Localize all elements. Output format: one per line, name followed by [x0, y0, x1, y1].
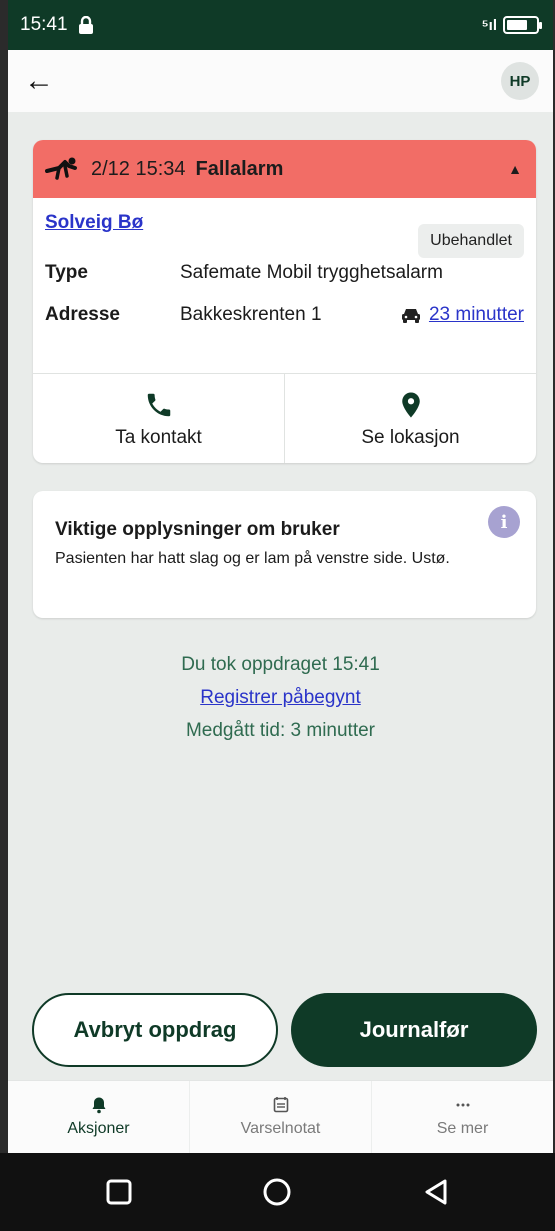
signal-icon: ⁵ıl: [481, 16, 497, 34]
elapsed-time: Medgått tid: 3 minutter: [185, 720, 376, 741]
fall-icon: [45, 157, 77, 180]
alarm-actions: Ta kontakt Se lokasjon: [33, 373, 536, 463]
more-icon: [456, 1103, 469, 1107]
tab-alert-note-label: Varselnotat: [240, 1120, 321, 1137]
recents-icon[interactable]: [103, 1176, 135, 1208]
type-value: Safemate Mobil trygghetsalarm: [180, 262, 443, 283]
info-title: Viktige opplysninger om bruker: [55, 519, 340, 540]
tab-see-more[interactable]: Se mer: [371, 1081, 553, 1153]
location-pin-icon: [401, 392, 420, 417]
note-icon: [273, 1097, 288, 1113]
assignment-status: Du tok oppdraget 15:41 Registrer påbegyn…: [8, 648, 553, 747]
tab-actions-label: Aksjoner: [67, 1120, 130, 1137]
address-label: Adresse: [45, 304, 120, 325]
address-row: Adresse Bakkeskrenten 1 23 minutter: [45, 294, 524, 336]
travel-time-link[interactable]: 23 minutter: [429, 304, 524, 326]
person-name-link[interactable]: Solveig Bø: [45, 212, 143, 233]
alarm-title: Fallalarm: [195, 157, 284, 180]
car-icon: [401, 309, 420, 323]
status-badge: Ubehandlet: [418, 224, 524, 258]
tab-alert-note[interactable]: Varselnotat: [189, 1081, 371, 1153]
taken-text: Du tok oppdraget 15:41: [181, 654, 380, 675]
type-label: Type: [45, 262, 88, 283]
user-info-card: Viktige opplysninger om bruker Pasienten…: [33, 491, 536, 618]
avatar[interactable]: HP: [501, 62, 539, 100]
journal-button[interactable]: Journalfør: [291, 993, 537, 1067]
contact-label: Ta kontakt: [115, 426, 202, 448]
travel-time: 23 minutter: [401, 304, 524, 326]
android-nav-bar: [0, 1153, 555, 1231]
back-arrow-icon[interactable]: ←: [24, 66, 54, 96]
alarm-card: 2/12 15:34 Fallalarm ▲ Solveig Bø Type S…: [33, 140, 536, 463]
location-button[interactable]: Se lokasjon: [284, 374, 536, 463]
status-bar: 15:41 ⁵ıl: [8, 0, 553, 50]
collapse-caret-icon[interactable]: ▲: [508, 161, 522, 177]
contact-button[interactable]: Ta kontakt: [33, 374, 284, 463]
lock-icon: [78, 16, 93, 34]
info-icon[interactable]: i: [488, 506, 520, 538]
cancel-assignment-button[interactable]: Avbryt oppdrag: [32, 993, 278, 1067]
info-text: Pasienten har hatt slag og er lam på ven…: [55, 550, 450, 567]
battery-icon: [503, 16, 542, 34]
app-header: ← HP: [8, 50, 553, 112]
home-icon[interactable]: [261, 1176, 293, 1208]
bottom-tab-bar: Aksjoner Varselnotat Se mer: [8, 1080, 553, 1153]
phone-icon: [147, 393, 170, 416]
register-started-link[interactable]: Registrer påbegynt: [200, 687, 361, 708]
location-label: Se lokasjon: [361, 426, 460, 448]
tab-see-more-label: Se mer: [436, 1120, 489, 1137]
address-value: Bakkeskrenten 1: [180, 304, 322, 325]
tab-actions[interactable]: Aksjoner: [8, 1081, 189, 1153]
type-row: Type Safemate Mobil trygghetsalarm: [45, 252, 524, 294]
back-icon[interactable]: [420, 1176, 452, 1208]
alarm-header[interactable]: 2/12 15:34 Fallalarm ▲: [33, 140, 536, 198]
clock: 15:41: [20, 14, 68, 35]
alarm-datetime: 2/12 15:34: [91, 157, 186, 180]
bell-icon: [92, 1097, 105, 1114]
